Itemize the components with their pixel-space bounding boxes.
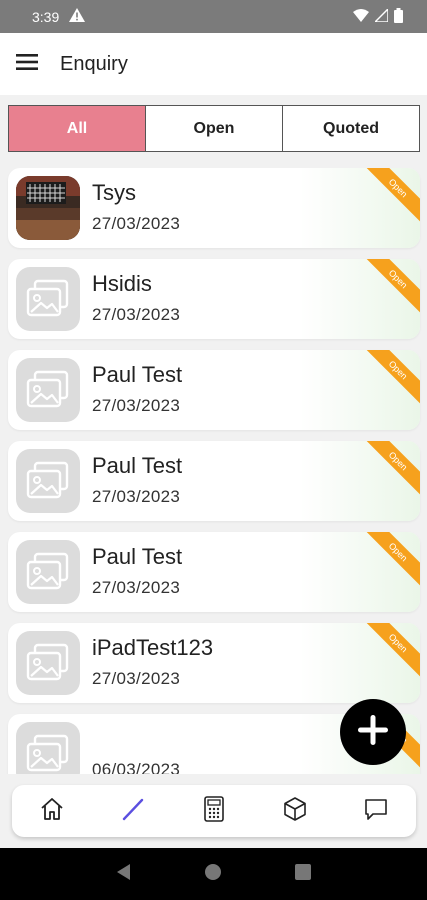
back-icon[interactable] (116, 863, 132, 886)
nav-products[interactable] (275, 791, 315, 831)
battery-icon (394, 7, 403, 26)
enquiry-name: iPadTest123 (92, 635, 214, 660)
enquiry-date: 27/03/2023 (92, 669, 181, 688)
status-time: 3:39 (32, 8, 60, 25)
status-ribbon: Open (364, 532, 420, 588)
chat-icon (363, 796, 389, 827)
add-enquiry-button[interactable] (340, 699, 406, 765)
calculator-icon (203, 795, 225, 827)
status-badge: Open (364, 441, 420, 497)
enquiry-name: Hsidis (92, 271, 152, 296)
image-placeholder-icon (16, 449, 80, 513)
tab-quoted[interactable]: Quoted (283, 106, 419, 151)
enquiry-list: Tsys 27/03/2023 Open Hsidis 27/03/2023 Open Pa… (0, 168, 427, 774)
enquiry-card[interactable]: Hsidis 27/03/2023 Open (8, 259, 420, 339)
enquiry-name: Paul Test (92, 544, 183, 569)
enquiry-card[interactable]: Tsys 27/03/2023 Open (8, 168, 420, 248)
cube-icon (282, 796, 308, 827)
image-placeholder-icon (16, 540, 80, 604)
enquiry-date: 27/03/2023 (92, 487, 181, 506)
enquiry-name: Paul Test (92, 362, 183, 387)
enquiry-photo (16, 176, 80, 240)
page-title: Enquiry (60, 52, 128, 75)
enquiry-date: 27/03/2023 (92, 214, 181, 233)
enquiry-name: Paul Test (92, 453, 183, 478)
enquiry-date: 27/03/2023 (92, 396, 181, 415)
image-placeholder-icon (16, 722, 80, 774)
enquiry-date: 06/03/2023 (92, 760, 181, 774)
enquiry-date: 27/03/2023 (92, 305, 181, 324)
app-bar: Enquiry (0, 33, 427, 95)
alert-icon (69, 8, 86, 25)
nav-home[interactable] (32, 791, 72, 831)
bottom-nav (12, 785, 416, 837)
status-ribbon: Open (364, 259, 420, 315)
wifi-icon (353, 8, 369, 25)
nav-messages[interactable] (356, 791, 396, 831)
nav-enquiry[interactable] (113, 791, 153, 831)
pencil-icon (120, 796, 146, 827)
enquiry-date: 27/03/2023 (92, 578, 181, 597)
status-badge: Open (364, 168, 420, 224)
recents-icon[interactable] (294, 863, 311, 885)
enquiry-card[interactable]: Paul Test 27/03/2023 Open (8, 532, 420, 612)
image-placeholder-icon (16, 631, 80, 695)
system-nav-bar (0, 848, 427, 900)
enquiry-card[interactable]: Paul Test 27/03/2023 Open (8, 350, 420, 430)
plus-icon (356, 713, 390, 752)
nav-calculator[interactable] (194, 791, 234, 831)
status-ribbon: Open (364, 350, 420, 406)
status-badge: Open (364, 532, 420, 588)
status-badge: Open (364, 259, 420, 315)
enquiry-card[interactable]: Paul Test 27/03/2023 Open (8, 441, 420, 521)
signal-icon (373, 6, 389, 25)
status-bar: 3:39 (0, 0, 427, 33)
tab-all[interactable]: All (9, 106, 146, 151)
home-circle-icon[interactable] (204, 863, 222, 886)
status-badge: Open (364, 623, 420, 679)
image-placeholder-icon (16, 358, 80, 422)
status-ribbon: Open (364, 441, 420, 497)
enquiry-name: Tsys (92, 180, 136, 205)
status-ribbon: Open (364, 623, 420, 679)
tab-open[interactable]: Open (146, 106, 283, 151)
home-icon (39, 796, 65, 827)
filter-tabs: All Open Quoted (8, 105, 420, 152)
status-ribbon: Open (364, 168, 420, 224)
enquiry-card[interactable]: iPadTest123 27/03/2023 Open (8, 623, 420, 703)
image-placeholder-icon (16, 267, 80, 331)
menu-icon[interactable] (16, 53, 38, 76)
status-badge: Open (364, 350, 420, 406)
